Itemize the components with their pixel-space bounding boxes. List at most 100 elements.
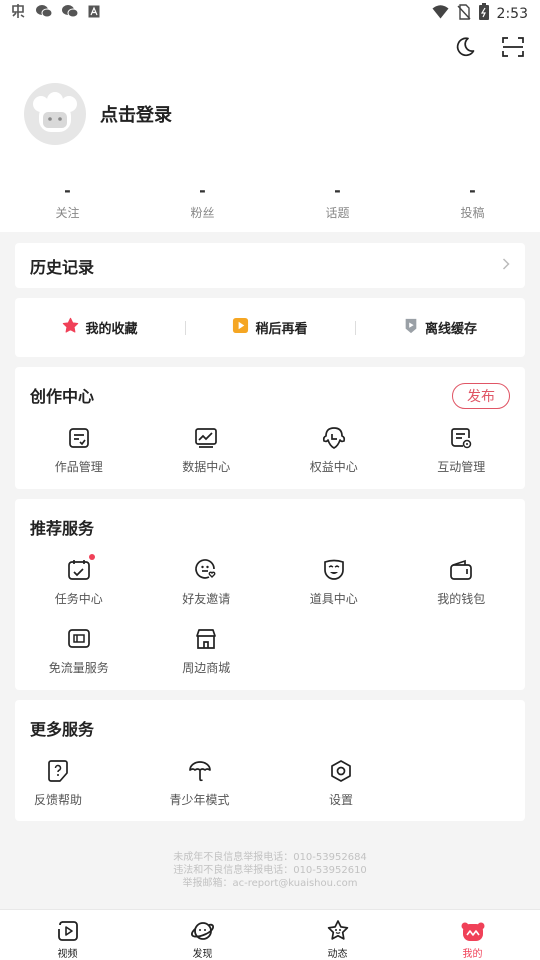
watch-later-button[interactable]: 稍后再看 (185, 317, 355, 338)
nav-label: 我的 (462, 949, 483, 960)
works-management[interactable]: 作品管理 (15, 425, 143, 475)
shop-icon (193, 626, 219, 652)
profile-login[interactable]: 点击登录 (24, 83, 172, 145)
offline-cache-button[interactable]: 离线缓存 (355, 318, 525, 338)
umbrella-icon (187, 758, 213, 784)
download-icon (403, 318, 419, 338)
text-icon (88, 5, 100, 22)
battery-icon (478, 3, 489, 24)
nav-mine[interactable]: 我的 (405, 910, 540, 960)
stat-followers[interactable]: - 粉丝 (135, 182, 270, 221)
stat-value: - (64, 181, 71, 200)
recommended-services-card: 推荐服务 任务中心 好友邀请 道具中心 我的钱包 免流量服务 周边商城 (15, 499, 525, 690)
grid-label: 互动管理 (437, 460, 486, 474)
section-title: 创作中心 (30, 387, 95, 406)
recommend-grid-row-2: 免流量服务 周边商城 (15, 626, 525, 676)
rights-center[interactable]: 权益中心 (270, 425, 398, 475)
mask-icon (321, 557, 347, 583)
stat-label: 关注 (55, 206, 80, 220)
creation-center-card: 创作中心 发布 作品管理 数据中心 权益中心 互动管理 (15, 367, 525, 489)
teen-mode[interactable]: 青少年模式 (101, 758, 298, 808)
grid-label: 我的钱包 (437, 592, 486, 606)
star-face-icon (325, 919, 351, 943)
props-center[interactable]: 道具中心 (270, 557, 398, 607)
wechat-icon (62, 4, 79, 22)
stat-value: - (199, 181, 206, 200)
feedback-icon (45, 758, 71, 784)
creation-grid: 作品管理 数据中心 权益中心 互动管理 (15, 425, 525, 475)
grid-label: 作品管理 (54, 460, 103, 474)
section-title: 更多服务 (30, 720, 95, 739)
stat-label: 粉丝 (190, 206, 215, 220)
nav-label: 视频 (57, 949, 78, 960)
star-icon (62, 317, 79, 338)
status-time: 2:53 (496, 5, 528, 22)
my-wallet[interactable]: 我的钱包 (398, 557, 526, 607)
data-center[interactable]: 数据中心 (143, 425, 271, 475)
publish-button[interactable]: 发布 (452, 383, 510, 409)
quick-actions: 我的收藏 稍后再看 离线缓存 (15, 298, 525, 357)
nav-label: 动态 (327, 949, 348, 960)
recommend-grid-row-1: 任务中心 好友邀请 道具中心 我的钱包 (15, 554, 526, 607)
stat-topics[interactable]: - 话题 (270, 182, 405, 221)
notification-dot (88, 554, 95, 560)
merch-shop[interactable]: 周边商城 (143, 626, 271, 676)
avatar[interactable] (24, 83, 86, 145)
stat-submissions[interactable]: - 投稿 (405, 182, 540, 221)
report-line: 未成年不良信息举报电话：010-53952684 (173, 852, 367, 863)
history-row[interactable]: 历史记录 (15, 243, 525, 288)
settings-icon (328, 758, 354, 784)
grid-label: 任务中心 (54, 592, 103, 606)
nav-label: 发现 (192, 949, 213, 960)
bottom-nav: 视频 发现 动态 我的 (0, 909, 540, 960)
settings[interactable]: 设置 (298, 758, 384, 808)
moon-icon[interactable] (452, 34, 478, 60)
status-right-icons: 2:53 (432, 3, 528, 24)
scan-icon[interactable] (500, 34, 526, 60)
login-text[interactable]: 点击登录 (100, 101, 172, 127)
nav-discover[interactable]: 发现 (135, 910, 270, 960)
grid-label: 好友邀请 (182, 592, 231, 606)
stat-following[interactable]: - 关注 (0, 182, 135, 221)
task-center[interactable]: 任务中心 (15, 554, 143, 607)
grid-label: 权益中心 (309, 460, 358, 474)
invite-friend-icon (193, 557, 219, 583)
report-info: 未成年不良信息举报电话：010-53952684 违法和不良信息举报电话：010… (0, 851, 540, 890)
quick-label: 稍后再看 (255, 322, 308, 337)
grid-label: 设置 (328, 793, 353, 807)
quick-label: 离线缓存 (424, 322, 477, 337)
section-title: 推荐服务 (30, 519, 95, 538)
stats-row: - 关注 - 粉丝 - 话题 - 投稿 (0, 182, 540, 221)
status-bar: 2:53 (0, 0, 540, 26)
grid-label: 免流量服务 (48, 661, 109, 675)
sim-card-icon (66, 626, 92, 652)
interaction-icon (448, 425, 474, 451)
feedback-help[interactable]: 反馈帮助 (15, 758, 101, 808)
report-line: 违法和不良信息举报电话：010-53952610 (173, 865, 367, 876)
chevron-right-icon (502, 257, 510, 274)
wallet-icon (448, 557, 474, 583)
grid-label: 道具中心 (309, 592, 358, 606)
grid-label: 青少年模式 (169, 793, 230, 807)
works-icon (66, 425, 92, 451)
status-left-icons (10, 3, 100, 23)
calendar-task-icon (66, 554, 95, 583)
play-later-icon (232, 317, 249, 338)
stat-label: 话题 (325, 206, 350, 220)
grid-label: 反馈帮助 (33, 793, 82, 807)
stat-value: - (334, 181, 341, 200)
stat-value: - (469, 181, 476, 200)
report-line: 举报邮箱：ac-report@kuaishou.com (182, 878, 358, 889)
free-data-service[interactable]: 免流量服务 (15, 626, 143, 676)
rights-icon (321, 425, 347, 451)
favorites-button[interactable]: 我的收藏 (15, 317, 185, 338)
nav-activity[interactable]: 动态 (270, 910, 405, 960)
invite-friends[interactable]: 好友邀请 (143, 557, 271, 607)
grid-label: 数据中心 (182, 460, 231, 474)
app-icon (10, 3, 26, 23)
stat-label: 投稿 (460, 206, 485, 220)
interaction-management[interactable]: 互动管理 (398, 425, 526, 475)
history-title: 历史记录 (30, 257, 95, 277)
more-grid: 反馈帮助 青少年模式 设置 (15, 758, 525, 808)
nav-video[interactable]: 视频 (0, 910, 135, 960)
